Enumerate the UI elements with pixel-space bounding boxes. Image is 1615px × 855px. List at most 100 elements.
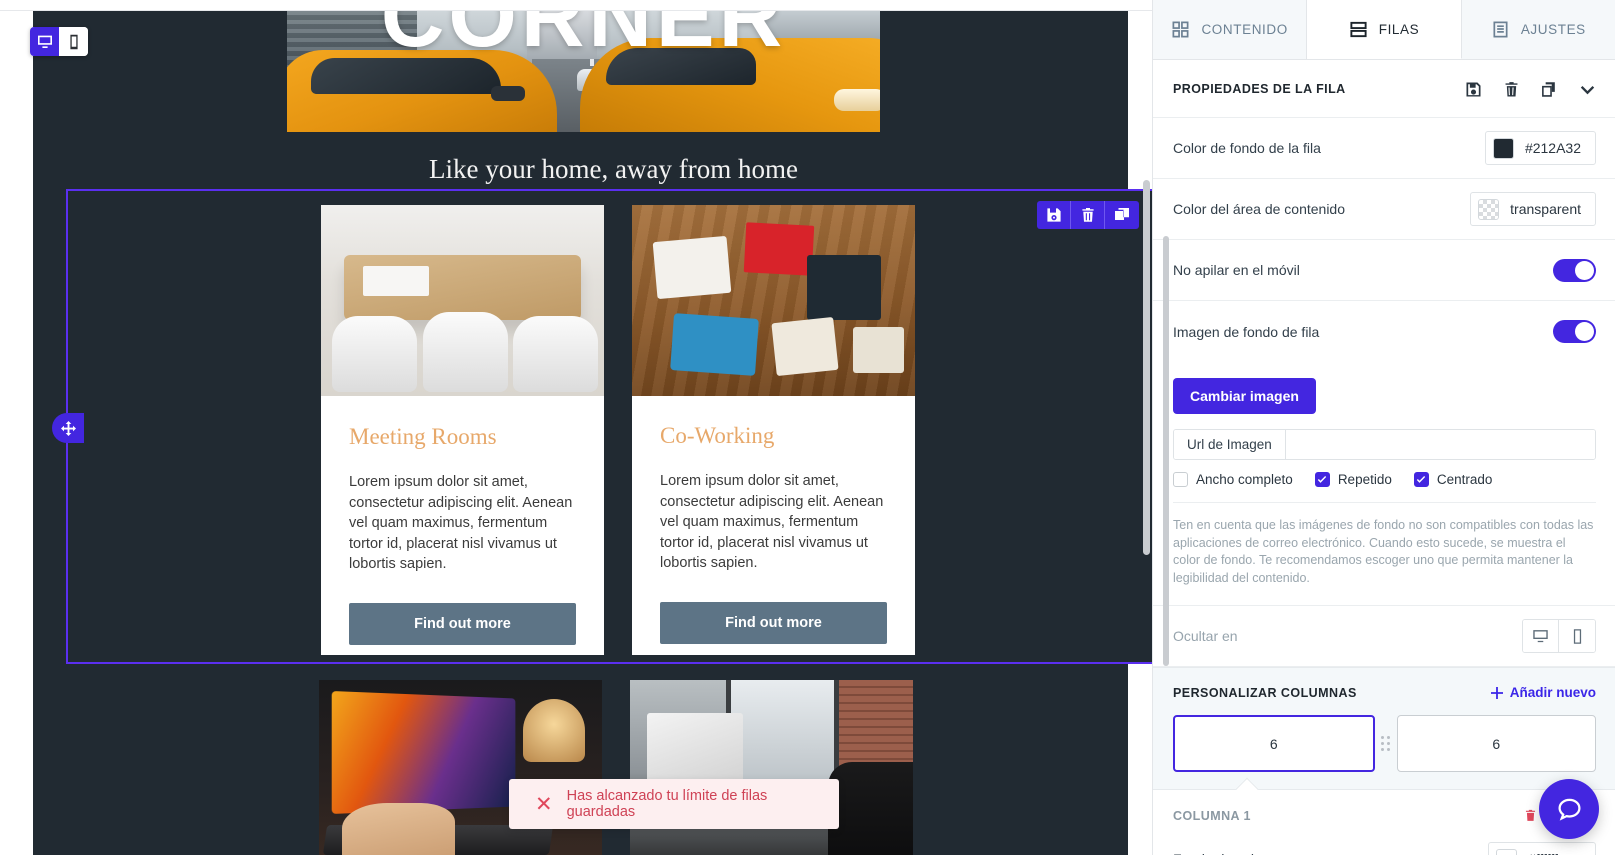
row-properties-header: PROPIEDADES DE LA FILA: [1153, 61, 1615, 118]
check-icon: [1417, 475, 1426, 483]
desktop-icon: [37, 35, 52, 48]
selected-row[interactable]: Meeting Rooms Lorem ipsum dolor sit amet…: [52, 189, 1152, 664]
canvas-scrollbar[interactable]: [1143, 180, 1150, 555]
checkbox-repetido[interactable]: Repetido: [1314, 472, 1392, 487]
drag-dots-icon[interactable]: [1375, 736, 1397, 751]
hero-caption: Like your home, away from home: [429, 154, 798, 184]
chair-1: [332, 315, 418, 393]
panel-tabs: CONTENIDO FILAS AJUSTES: [1153, 0, 1615, 60]
card-cta-button[interactable]: Find out more: [660, 601, 887, 644]
help-chat-button[interactable]: [1539, 779, 1599, 839]
color-value: transparent: [1510, 201, 1581, 217]
office-chair: [828, 761, 913, 855]
columns-row: 6 6: [1153, 709, 1615, 789]
column-box-1[interactable]: 6: [1173, 715, 1375, 772]
card-image-desk: [632, 205, 915, 396]
hero-overlay-word: CORNER: [380, 11, 787, 65]
check-icon: [1318, 475, 1327, 483]
image-url-input[interactable]: [1285, 430, 1595, 459]
trash-icon[interactable]: [1503, 81, 1520, 98]
columns-title: PERSONALIZAR COLUMNAS: [1173, 685, 1357, 700]
customize-columns-section: PERSONALIZAR COLUMNAS Añadir nuevo 6 6: [1153, 667, 1615, 789]
hide-on-mobile-button[interactable]: [1559, 620, 1595, 652]
column-detail-name: COLUMNA 1: [1173, 808, 1251, 823]
card-meeting-rooms[interactable]: Meeting Rooms Lorem ipsum dolor sit amet…: [321, 205, 604, 655]
hide-on-label: Ocultar en: [1173, 628, 1238, 644]
no-stack-mobile-toggle[interactable]: [1553, 258, 1596, 282]
color-swatch: [1496, 848, 1517, 855]
plus-icon: [1490, 686, 1503, 699]
desk-object-5: [770, 316, 839, 377]
tab-label: AJUSTES: [1520, 22, 1586, 37]
image-url-addon: Url de Imagen: [1174, 430, 1286, 459]
tab-label: CONTENIDO: [1201, 22, 1288, 37]
color-swatch: [1492, 137, 1514, 159]
trash-icon: [1525, 809, 1535, 821]
row-bg-image-toggle[interactable]: [1553, 320, 1596, 343]
tab-ajustes[interactable]: AJUSTES: [1461, 0, 1615, 59]
checkbox-ancho-completo[interactable]: Ancho completo: [1173, 472, 1293, 487]
tab-label: FILAS: [1378, 21, 1420, 37]
panel-scrollbar[interactable]: [1163, 236, 1169, 666]
hand-with-pen: [341, 802, 455, 855]
no-stack-mobile-label: No apilar en el móvil: [1173, 262, 1300, 278]
email-canvas: CORNER Like your home, away from home Me…: [0, 0, 1152, 855]
checkbox-box: [1173, 472, 1188, 487]
desk-object-6: [852, 327, 904, 374]
settings-doc-icon: [1493, 21, 1508, 38]
row-bg-color-row: Color de fondo de la fila #212A32: [1153, 118, 1615, 179]
hide-on-row: Ocultar en: [1153, 606, 1615, 667]
background-image-block: Cambiar imagen Url de Imagen Ancho compl…: [1153, 362, 1615, 606]
card-body: Meeting Rooms Lorem ipsum dolor sit amet…: [321, 396, 604, 645]
column-box-2[interactable]: 6: [1396, 715, 1596, 772]
hide-on-toggle-group[interactable]: [1522, 619, 1596, 653]
toast-notification[interactable]: ✕ Has alcanzado tu límite de filas guard…: [509, 779, 839, 829]
laptop-screen: [331, 690, 516, 815]
grid-icon: [1172, 21, 1189, 38]
tab-filas[interactable]: FILAS: [1307, 0, 1462, 59]
content-area-color-label: Color del área de contenido: [1173, 201, 1346, 217]
chair-2: [422, 311, 508, 393]
background-image-hint: Ten en cuenta que las imágenes de fondo …: [1173, 502, 1596, 587]
image-url-group: Url de Imagen: [1173, 429, 1596, 460]
add-column-button[interactable]: Añadir nuevo: [1490, 685, 1596, 700]
column-bg-label: Fondo de columna: [1173, 851, 1289, 855]
preview-desktop-button[interactable]: [30, 27, 59, 56]
chair-3: [513, 315, 599, 393]
card-text: Lorem ipsum dolor sit amet, consectetur …: [349, 474, 573, 572]
checkbox-label: Repetido: [1337, 472, 1392, 487]
change-image-button[interactable]: Cambiar imagen: [1173, 378, 1316, 414]
row-columns: Meeting Rooms Lorem ipsum dolor sit amet…: [68, 191, 1152, 662]
tab-contenido[interactable]: CONTENIDO: [1153, 0, 1308, 59]
card-cta-button[interactable]: Find out more: [349, 602, 576, 645]
preview-mobile-button[interactable]: [59, 27, 88, 56]
no-stack-mobile-row: No apilar en el móvil: [1153, 240, 1615, 301]
row-bg-color-field[interactable]: #212A32: [1484, 131, 1596, 165]
desk-object-1: [652, 236, 731, 300]
card-title: Meeting Rooms: [349, 424, 497, 449]
color-value: #212A32: [1524, 140, 1581, 156]
table-shape: [343, 254, 582, 320]
content-area-color-row: Color del área de contenido transparent: [1153, 179, 1615, 240]
close-x-icon[interactable]: ✕: [535, 794, 553, 815]
mobile-icon: [69, 34, 78, 49]
card-body: Co-Working Lorem ipsum dolor sit amet, c…: [632, 396, 915, 644]
chevron-down-icon[interactable]: [1579, 81, 1596, 98]
device-preview-toggle[interactable]: [30, 27, 88, 56]
save-icon[interactable]: [1465, 81, 1482, 98]
card-co-working[interactable]: Co-Working Lorem ipsum dolor sit amet, c…: [632, 205, 915, 655]
content-area-color-field[interactable]: transparent: [1470, 192, 1596, 226]
copy-icon[interactable]: [1541, 81, 1558, 98]
column-bg-color-field[interactable]: #ffffff: [1488, 842, 1596, 855]
toggle-knob: [1575, 322, 1594, 341]
checkbox-centrado[interactable]: Centrado: [1413, 472, 1492, 487]
card-image-meeting-room: [321, 205, 604, 396]
mobile-icon: [1573, 628, 1581, 644]
color-value: #ffffff: [1528, 851, 1558, 855]
column-bg-row: Fondo de columna #ffffff: [1153, 833, 1615, 855]
panel-scroll-area: PROPIEDADES DE LA FILA Color de fondo de…: [1153, 61, 1615, 855]
hide-on-desktop-button[interactable]: [1523, 620, 1559, 652]
checkbox-label: Ancho completo: [1196, 472, 1293, 487]
section-actions: [1465, 81, 1596, 98]
toggle-knob: [1575, 260, 1594, 280]
